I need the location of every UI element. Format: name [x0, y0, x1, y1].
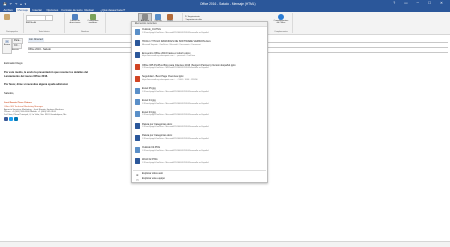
followup-button[interactable]: ⚑ Seguimiento: [185, 15, 200, 18]
signature-line-3: 1st Floor, Plaza Principal, 4, La Vida, …: [4, 113, 67, 116]
clipboard-icon: [4, 14, 10, 20]
group-addins: Complementos de Office Complementos: [270, 13, 293, 33]
word-file-icon: [135, 122, 140, 129]
recent-file-item[interactable]: Seguridad - Best Page Overview.pptx https…: [133, 74, 266, 83]
file-path: C:\Users\jorge\OneDrive - Microsoft\TE16…: [142, 114, 209, 117]
recent-file-item[interactable]: Paleta por Categorías.docx C:\Users\jorge…: [133, 133, 266, 142]
image-file-icon: [135, 99, 140, 106]
file-path: C:\Users\jorge\OneDrive - Microsoft\TE16…: [142, 149, 209, 152]
file-name: Word 02.PNG: [142, 157, 158, 161]
file-path: C:\Users\jorge\OneDrive - Microsoft\TE16…: [142, 161, 209, 164]
recent-file-item[interactable]: HOJA 1 TITULO RANKINGS DE SOFTWARE VERSI…: [133, 39, 266, 48]
facebook-icon[interactable]: [4, 117, 8, 121]
body-paragraph-1b: Lanzamiento del nuevo Office 2016.: [4, 75, 48, 78]
group-label: Nombres: [80, 31, 90, 33]
recent-file-item[interactable]: Excel 05.jpg C:\Users\jorge\OneDrive - Mi…: [133, 86, 266, 95]
closing-text: Saludos,: [4, 92, 15, 95]
file-path: C:\Users\jorge\OneDrive - Microsoft\TE16…: [142, 67, 209, 70]
group-basic-text: N K S ▾ A Texto básico: [24, 13, 65, 33]
recent-file-item[interactable]: Paleta por Categorías.docx C:\Users\jorge…: [133, 121, 266, 130]
word-file-icon: [135, 40, 140, 47]
subject-label: Asunto: [12, 49, 19, 51]
word-file-icon: [135, 52, 140, 59]
send-button[interactable]: ✉ Enviar: [2, 38, 12, 54]
font-size-box[interactable]: [45, 15, 53, 21]
signature-name: José Ramón Pérez Chávez: [4, 102, 32, 104]
recipient-chip[interactable]: Jon Jimenez: [28, 38, 45, 42]
recent-file-item[interactable]: Excel 03.jpg C:\Users\jorge\OneDrive - Mi…: [133, 110, 266, 119]
recent-file-item[interactable]: Encuentro Office 2016 hasta el colorín.d…: [133, 51, 266, 60]
group-label: Portapapeles: [6, 31, 18, 33]
recent-file-item[interactable]: Word 02.PNG C:\Users\jorge\OneDrive - Mic…: [133, 157, 266, 166]
group-label: Complementos: [274, 31, 288, 33]
window-controls[interactable]: ? ▭ ─ ☐ ✕: [393, 1, 447, 5]
quick-access-toolbar[interactable]: 💾 ↶ ↷ ▴ ▾: [3, 2, 27, 6]
image-file-icon: [135, 28, 140, 35]
linkedin-icon[interactable]: [14, 117, 18, 121]
file-path: C:\Users\jorge\OneDrive - Microsoft\TE16…: [142, 137, 209, 140]
greeting-text: Estimado Diego:: [4, 62, 24, 65]
word-file-icon: [135, 134, 140, 141]
image-file-icon: [135, 111, 140, 118]
ppt-file-icon: [135, 75, 140, 82]
recent-file-item[interactable]: Office 365 ProPlus Blog para Clientes 20…: [133, 62, 266, 71]
folder-icon: ▭: [136, 178, 139, 182]
file-name: HOJA 1 TITULO RANKINGS DE SOFTWARE VERSI…: [142, 39, 211, 43]
file-name: Excel 04.jpg: [142, 98, 156, 102]
file-path: https://microsoft-my.sharepoint.com › ··…: [142, 78, 198, 81]
file-name: Outlook_01.PNG: [142, 28, 161, 32]
word-file-icon: [135, 158, 140, 165]
signature-title: Office 365 Technical Marketing Manager: [4, 105, 44, 108]
file-path: C:\Users\jorge\OneDrive - Microsoft\TE16…: [142, 102, 209, 105]
group-clipboard: Portapapeles: [1, 13, 24, 33]
body-paragraph-2: Por favor, dime si necesitas alguna ayud…: [4, 83, 69, 86]
recent-file-item[interactable]: Outlook_01.PNG C:\Users\jorge\OneDrive - …: [133, 27, 266, 36]
recent-file-item[interactable]: Excel 04.jpg C:\Users\jorge\OneDrive - Mi…: [133, 98, 266, 107]
file-path: Microsoft Soporte · OneDrive - Microsoft…: [142, 43, 201, 46]
file-path: C:\Users\jorge\OneDrive - Microsoft\TE16…: [142, 90, 209, 93]
office-addins-button[interactable]: Complementos de Office: [273, 14, 289, 24]
ppt-file-icon: [135, 63, 140, 70]
window-title: Office 2016 - Saludo - Mensaje (HTML): [200, 1, 256, 6]
file-path: C:\Users\jorge\OneDrive - Microsoft\TE16…: [142, 126, 209, 129]
address-book-button[interactable]: Libreta de direcciones: [67, 14, 83, 24]
file-name: Seguridad - Best Page Overview.pptx: [142, 75, 184, 79]
image-file-icon: [135, 146, 140, 153]
recent-file-item[interactable]: Outlook 02.PNG C:\Users\jorge\OneDrive - …: [133, 145, 266, 154]
browse-pc-button[interactable]: ▭ Explorar este equipo: [133, 176, 266, 182]
image-file-icon: [135, 87, 140, 94]
format-buttons[interactable]: N K S ▾ A: [26, 21, 36, 24]
file-name: Paleta por Categorías.docx: [142, 134, 173, 138]
paste-button[interactable]: [3, 14, 11, 20]
file-path: https://microsoft-my.sharepoint.com › ··…: [142, 55, 196, 58]
body-paragraph-1: Por este medio, le envío la presentación…: [4, 71, 89, 74]
file-path: C:\Users\jorge\OneDrive - Microsoft\TE16…: [142, 31, 209, 34]
file-name: Outlook 02.PNG: [142, 146, 161, 150]
group-label: Texto básico: [38, 31, 50, 33]
recent-items-dropdown: Elementos recientes Outlook_01.PNG C:\Use…: [131, 21, 268, 183]
title-bar: 💾 ↶ ↷ ▴ ▾ Office 2016 - Saludo - Mensaje…: [0, 0, 450, 7]
status-bar: [0, 241, 450, 247]
file-name: Excel 05.jpg: [142, 87, 156, 91]
check-names-button[interactable]: Comprobar nombres: [85, 14, 101, 24]
group-names: Libreta de direcciones Comprobar nombres…: [65, 13, 106, 33]
twitter-icon[interactable]: [9, 117, 13, 121]
